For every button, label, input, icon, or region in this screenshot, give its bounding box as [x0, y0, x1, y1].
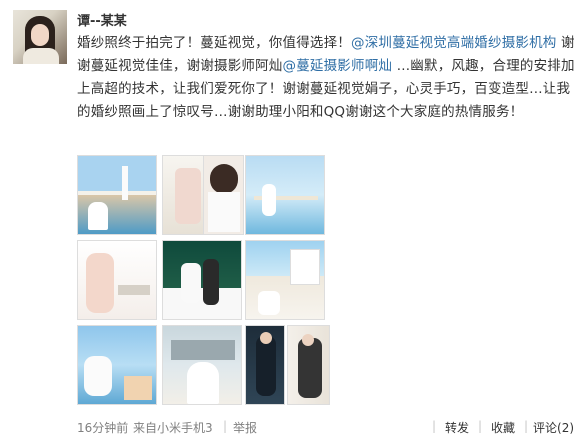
- report-link[interactable]: 举报: [233, 419, 257, 436]
- separator: |: [223, 419, 228, 433]
- photo-thumbnail[interactable]: [77, 325, 157, 405]
- post-text-part-1: 婚纱照终于拍完了！蔓延视觉，你值得选择！: [77, 35, 351, 51]
- comment-button[interactable]: 评论(2): [533, 419, 574, 436]
- comment-count: (2): [557, 421, 575, 435]
- username-link[interactable]: 谭--某某: [77, 10, 127, 29]
- photo-thumbnail[interactable]: [162, 325, 242, 405]
- separator: |: [432, 419, 437, 433]
- photo-thumbnail[interactable]: [245, 240, 325, 320]
- mention-link-photographer[interactable]: @蔓延摄影师啊灿: [283, 58, 393, 74]
- photo-thumbnail[interactable]: [245, 325, 285, 405]
- forward-button[interactable]: 转发: [445, 419, 469, 436]
- photo-thumbnail[interactable]: [162, 240, 242, 320]
- photo-thumbnail[interactable]: [77, 240, 157, 320]
- avatar-face: [31, 24, 49, 46]
- photo-thumbnail[interactable]: [203, 155, 244, 235]
- favorite-button[interactable]: 收藏: [491, 419, 515, 436]
- avatar-body: [23, 48, 59, 64]
- post-source[interactable]: 来自小米手机3: [133, 419, 213, 436]
- separator: |: [524, 419, 529, 433]
- photo-thumbnail[interactable]: [245, 155, 325, 235]
- post-text: 婚纱照终于拍完了！蔓延视觉，你值得选择！@深圳蔓延视觉高端婚纱摄影机构 谢谢蔓延…: [77, 32, 575, 124]
- avatar[interactable]: [13, 10, 67, 64]
- photo-thumbnail[interactable]: [77, 155, 157, 235]
- separator: |: [478, 419, 483, 433]
- mention-link-agency[interactable]: @深圳蔓延视觉高端婚纱摄影机构: [351, 35, 557, 51]
- post-time[interactable]: 16分钟前: [77, 419, 128, 436]
- photo-thumbnail[interactable]: [287, 325, 330, 405]
- comment-label: 评论: [533, 421, 558, 435]
